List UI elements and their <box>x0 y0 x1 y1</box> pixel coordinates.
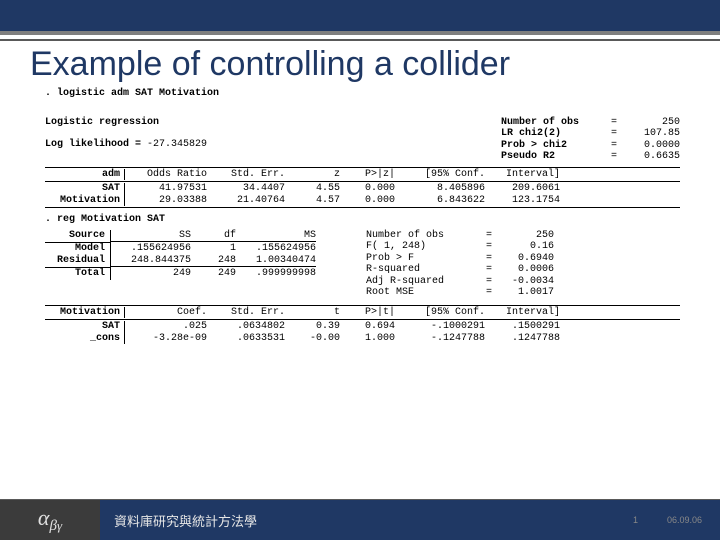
logit-table: adm Odds Ratio Std. Err. z P>|z| [95% Co… <box>45 167 680 209</box>
anova-row: Model.1556249561.155624956 <box>45 243 316 255</box>
footer: αβγ 資料庫研究與統計方法學 1 06.09.06 <box>0 500 720 540</box>
loglik: Log likelihood = -27.345829 <box>45 139 207 151</box>
reg-row: SAT.025.06348020.390.694-.1000291.150029… <box>45 321 680 333</box>
reg-row: _cons-3.28e-09.0633531-0.001.000-.124778… <box>45 333 680 345</box>
page-number: 1 <box>633 515 638 525</box>
logo-box: αβγ <box>0 500 100 540</box>
logit-row: Motivation29.0338821.407644.570.0006.843… <box>45 195 680 207</box>
logit-stats: Number of obs=250LR chi2(2)=107.85Prob >… <box>501 106 680 163</box>
slide-title: Example of controlling a collider <box>0 35 720 88</box>
reg-table: Motivation Coef. Std. Err. t P>|t| [95% … <box>45 305 680 345</box>
reg-stats: Number of obs=250F( 1, 248)=0.16Prob > F… <box>366 230 554 299</box>
logit-name: Logistic regression <box>45 117 207 129</box>
footer-date: 06.09.06 <box>667 515 702 525</box>
stata-output: . logistic adm SAT Motivation Logistic r… <box>0 88 720 344</box>
footer-text: 資料庫研究與統計方法學 <box>100 500 720 540</box>
cmd-reg: . reg Motivation SAT <box>45 214 680 226</box>
cmd-logistic: . logistic adm SAT Motivation <box>45 88 680 100</box>
logit-row: SAT41.9753134.44074.550.0008.405896209.6… <box>45 183 680 195</box>
anova-block: Source SS df MS Model.1556249561.1556249… <box>45 230 680 299</box>
slide: Example of controlling a collider . logi… <box>0 0 720 540</box>
anova-row: Residual248.8443752481.00340474 <box>45 255 316 267</box>
header-bar <box>0 0 720 35</box>
